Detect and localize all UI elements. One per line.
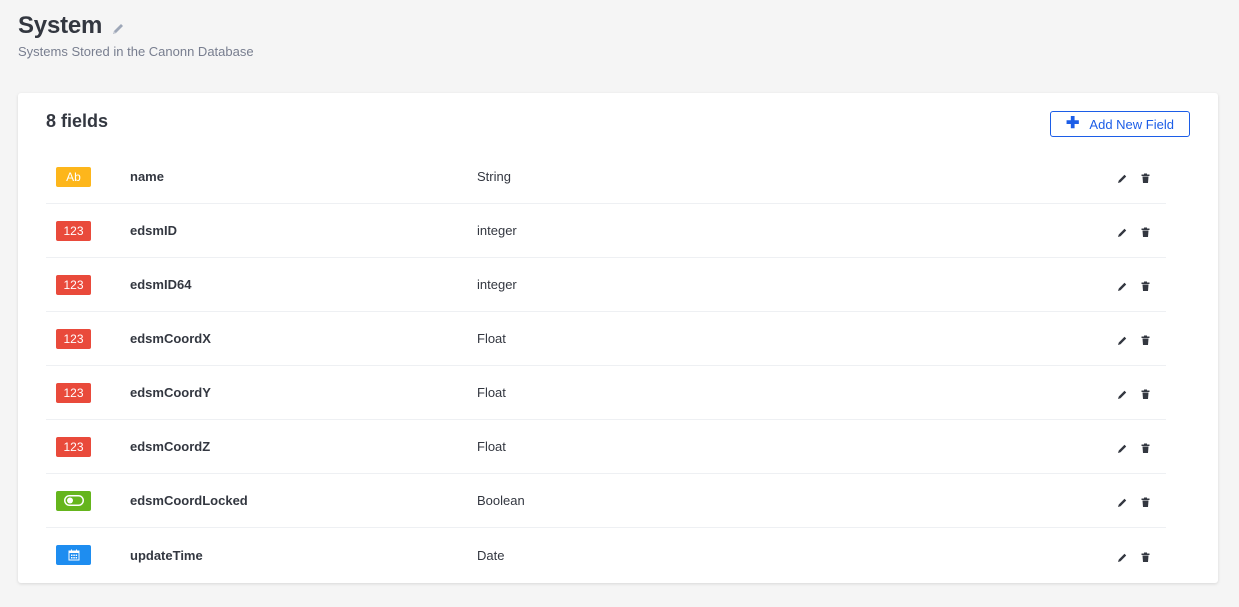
page-title: System: [18, 12, 103, 39]
field-row: 123 edsmCoordY Float: [46, 366, 1166, 420]
field-type: Boolean: [477, 493, 525, 508]
boolean-type-badge: [56, 490, 91, 511]
edit-pencil-icon[interactable]: [1117, 171, 1128, 183]
field-type: Date: [477, 547, 505, 563]
edit-pencil-icon[interactable]: [1117, 279, 1128, 291]
string-type-badge: Ab: [56, 166, 91, 187]
number-type-badge: 123: [56, 220, 91, 241]
field-type: Float: [477, 331, 506, 346]
field-name: edsmCoordY: [130, 385, 211, 400]
row-actions: [1117, 333, 1151, 345]
field-name: edsmID: [130, 223, 177, 238]
row-actions: [1117, 225, 1151, 237]
field-row: 123 edsmCoordX Float: [46, 312, 1166, 366]
delete-trash-icon[interactable]: [1140, 279, 1151, 291]
number-type-badge: 123: [56, 436, 91, 457]
delete-trash-icon[interactable]: [1140, 387, 1151, 399]
row-actions: [1117, 550, 1151, 562]
field-row: Ab name String: [46, 150, 1166, 204]
field-type: Float: [477, 439, 506, 454]
field-type: Float: [477, 385, 506, 400]
field-row: updateTime Date: [46, 528, 1166, 582]
fields-list: Ab name String 123 edsmID integer 123 ed…: [46, 150, 1166, 582]
toggle-icon: [63, 495, 84, 506]
delete-trash-icon[interactable]: [1140, 171, 1151, 183]
field-type: integer: [477, 223, 517, 238]
delete-trash-icon[interactable]: [1140, 550, 1151, 562]
edit-pencil-icon[interactable]: [1117, 550, 1128, 562]
delete-trash-icon[interactable]: [1140, 495, 1151, 507]
page-subtitle: Systems Stored in the Canonn Database: [18, 44, 254, 59]
delete-trash-icon[interactable]: [1140, 441, 1151, 453]
row-actions: [1117, 441, 1151, 453]
field-row: 123 edsmCoordZ Float: [46, 420, 1166, 474]
field-name: edsmCoordLocked: [130, 493, 248, 508]
title-row: System: [18, 12, 254, 40]
number-type-badge: 123: [56, 382, 91, 403]
field-name: edsmCoordZ: [130, 439, 211, 454]
fields-card: 8 fields ✚ Add New Field Ab name String …: [18, 93, 1218, 583]
calendar-icon: [68, 549, 79, 561]
field-type: integer: [477, 277, 517, 292]
row-actions: [1117, 387, 1151, 399]
fields-count: 8 fields: [46, 111, 109, 131]
field-name: updateTime: [130, 547, 203, 563]
field-row: 123 edsmID64 integer: [46, 258, 1166, 312]
add-new-field-button[interactable]: ✚ Add New Field: [1050, 111, 1190, 137]
field-name: edsmCoordX: [130, 331, 211, 346]
edit-pencil-icon[interactable]: [1117, 333, 1128, 345]
row-actions: [1117, 279, 1151, 291]
edit-pencil-icon[interactable]: [1117, 441, 1128, 453]
delete-trash-icon[interactable]: [1140, 333, 1151, 345]
page-header: System Systems Stored in the Canonn Data…: [18, 12, 254, 59]
plus-icon: ✚: [1066, 115, 1080, 132]
edit-pencil-icon[interactable]: [1117, 225, 1128, 237]
add-new-field-label: Add New Field: [1089, 116, 1174, 132]
field-name: name: [130, 169, 164, 184]
edit-pencil-icon[interactable]: [1117, 495, 1128, 507]
date-type-badge: [56, 545, 91, 565]
edit-title-pencil-icon[interactable]: [111, 22, 125, 36]
number-type-badge: 123: [56, 328, 91, 349]
row-actions: [1117, 171, 1151, 183]
field-name: edsmID64: [130, 277, 192, 292]
field-type: String: [477, 169, 511, 184]
field-row: edsmCoordLocked Boolean: [46, 474, 1166, 528]
field-row: 123 edsmID integer: [46, 204, 1166, 258]
delete-trash-icon[interactable]: [1140, 225, 1151, 237]
edit-pencil-icon[interactable]: [1117, 387, 1128, 399]
number-type-badge: 123: [56, 274, 91, 295]
row-actions: [1117, 495, 1151, 507]
